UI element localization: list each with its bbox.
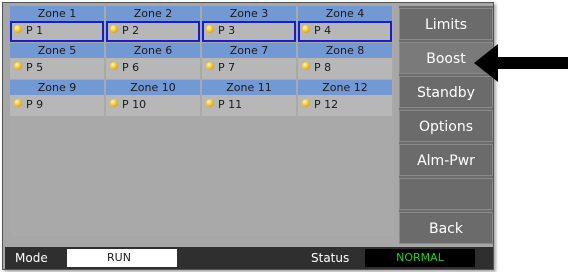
zone-name: Zone 7 (202, 43, 296, 58)
zone-label: P 7 (218, 61, 236, 74)
options-button[interactable]: Options (399, 110, 493, 142)
zone-label: P 2 (122, 24, 140, 37)
zone-tile-8[interactable]: Zone 8 P 8 (298, 43, 392, 79)
zone-tile-6[interactable]: Zone 6 P 6 (106, 43, 200, 79)
zone-tile-5[interactable]: Zone 5 P 5 (10, 43, 104, 79)
zone-body: P 12 (298, 95, 392, 116)
limits-button[interactable]: Limits (399, 8, 493, 40)
led-dot-icon (302, 99, 310, 107)
zone-body: P 8 (298, 58, 392, 79)
zone-body: P 4 (298, 21, 392, 42)
zone-name: Zone 4 (298, 6, 392, 21)
zone-tile-10[interactable]: Zone 10 P 10 (106, 80, 200, 116)
zone-tile-1[interactable]: Zone 1 P 1 (10, 6, 104, 42)
zone-body: P 2 (106, 21, 200, 42)
led-dot-icon (110, 25, 118, 33)
zone-name: Zone 10 (106, 80, 200, 95)
zone-label: P 12 (314, 98, 339, 111)
zone-name: Zone 9 (10, 80, 104, 95)
zone-name: Zone 8 (298, 43, 392, 58)
zone-label: P 4 (314, 24, 332, 37)
zone-label: P 9 (26, 98, 44, 111)
led-dot-icon (14, 99, 22, 107)
led-dot-icon (110, 99, 118, 107)
zone-tile-12[interactable]: Zone 12 P 12 (298, 80, 392, 116)
status-label: Status (311, 251, 350, 265)
zone-body: P 3 (202, 21, 296, 42)
led-dot-icon (14, 25, 22, 33)
zone-name: Zone 11 (202, 80, 296, 95)
mode-label: Mode (15, 251, 48, 265)
zone-name: Zone 1 (10, 6, 104, 21)
zone-body: P 1 (10, 21, 104, 42)
zone-tile-7[interactable]: Zone 7 P 7 (202, 43, 296, 79)
led-dot-icon (206, 99, 214, 107)
zone-name: Zone 6 (106, 43, 200, 58)
zone-label: P 10 (122, 98, 147, 111)
zone-body: P 7 (202, 58, 296, 79)
zone-body: P 9 (10, 95, 104, 116)
mode-value: RUN (67, 249, 177, 267)
zone-label: P 1 (26, 24, 44, 37)
led-dot-icon (206, 62, 214, 70)
led-dot-icon (110, 62, 118, 70)
zone-name: Zone 12 (298, 80, 392, 95)
status-value: NORMAL (365, 249, 475, 267)
zone-label: P 11 (218, 98, 243, 111)
zone-tile-3[interactable]: Zone 3 P 3 (202, 6, 296, 42)
led-dot-icon (302, 62, 310, 70)
led-dot-icon (302, 25, 310, 33)
zone-body: P 11 (202, 95, 296, 116)
zone-name: Zone 3 (202, 6, 296, 21)
hmi-screen: Zone 1 P 1 Zone 2 P 2 Zone 3 P 3 Zone 4 (2, 2, 494, 270)
zone-grid: Zone 1 P 1 Zone 2 P 2 Zone 3 P 3 Zone 4 (10, 6, 394, 236)
zone-name: Zone 5 (10, 43, 104, 58)
zone-label: P 3 (218, 24, 236, 37)
back-button[interactable]: Back (399, 212, 493, 244)
alm-pwr-button[interactable]: Alm-Pwr (399, 144, 493, 176)
zone-tile-11[interactable]: Zone 11 P 11 (202, 80, 296, 116)
empty-button[interactable] (399, 178, 493, 210)
zone-label: P 8 (314, 61, 332, 74)
zone-tile-9[interactable]: Zone 9 P 9 (10, 80, 104, 116)
zone-tile-4[interactable]: Zone 4 P 4 (298, 6, 392, 42)
zone-body: P 10 (106, 95, 200, 116)
zone-name: Zone 2 (106, 6, 200, 21)
zone-body: P 6 (106, 58, 200, 79)
arrow-left-icon (474, 44, 568, 82)
zone-label: P 6 (122, 61, 140, 74)
led-dot-icon (14, 62, 22, 70)
zone-body: P 5 (10, 58, 104, 79)
zone-label: P 5 (26, 61, 44, 74)
led-dot-icon (206, 25, 214, 33)
status-bar: Mode RUN Status NORMAL (5, 247, 493, 269)
zone-tile-2[interactable]: Zone 2 P 2 (106, 6, 200, 42)
